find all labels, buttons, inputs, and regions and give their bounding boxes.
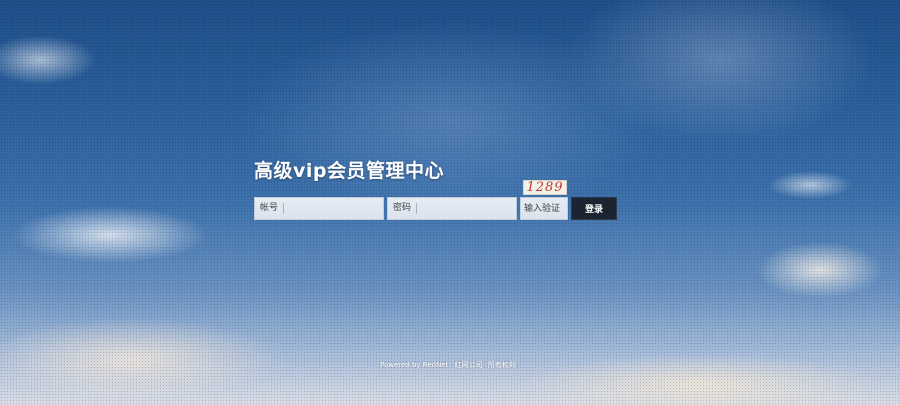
password-input[interactable] xyxy=(417,198,516,219)
footer-link-rights[interactable]: 所有权利 xyxy=(488,361,516,369)
login-page: 高级vip会员管理中心 帐号 密码 1289 登录 Powered by Red… xyxy=(0,0,900,405)
password-field[interactable]: 密码 xyxy=(387,197,517,220)
account-field[interactable]: 帐号 xyxy=(254,197,384,220)
login-button[interactable]: 登录 xyxy=(571,197,617,220)
captcha-input[interactable] xyxy=(521,198,567,219)
powered-by-text: Powered by RedNet xyxy=(380,361,449,369)
footer-link-company[interactable]: 红网公司 xyxy=(455,361,483,369)
account-label: 帐号 xyxy=(255,203,285,214)
footer: Powered by RedNet 红网公司 所有权利 xyxy=(380,360,519,370)
account-input[interactable] xyxy=(284,198,383,219)
captcha-image[interactable]: 1289 xyxy=(523,180,567,195)
page-title: 高级vip会员管理中心 xyxy=(254,160,444,182)
password-label: 密码 xyxy=(388,203,418,214)
captcha-field[interactable] xyxy=(520,197,568,220)
